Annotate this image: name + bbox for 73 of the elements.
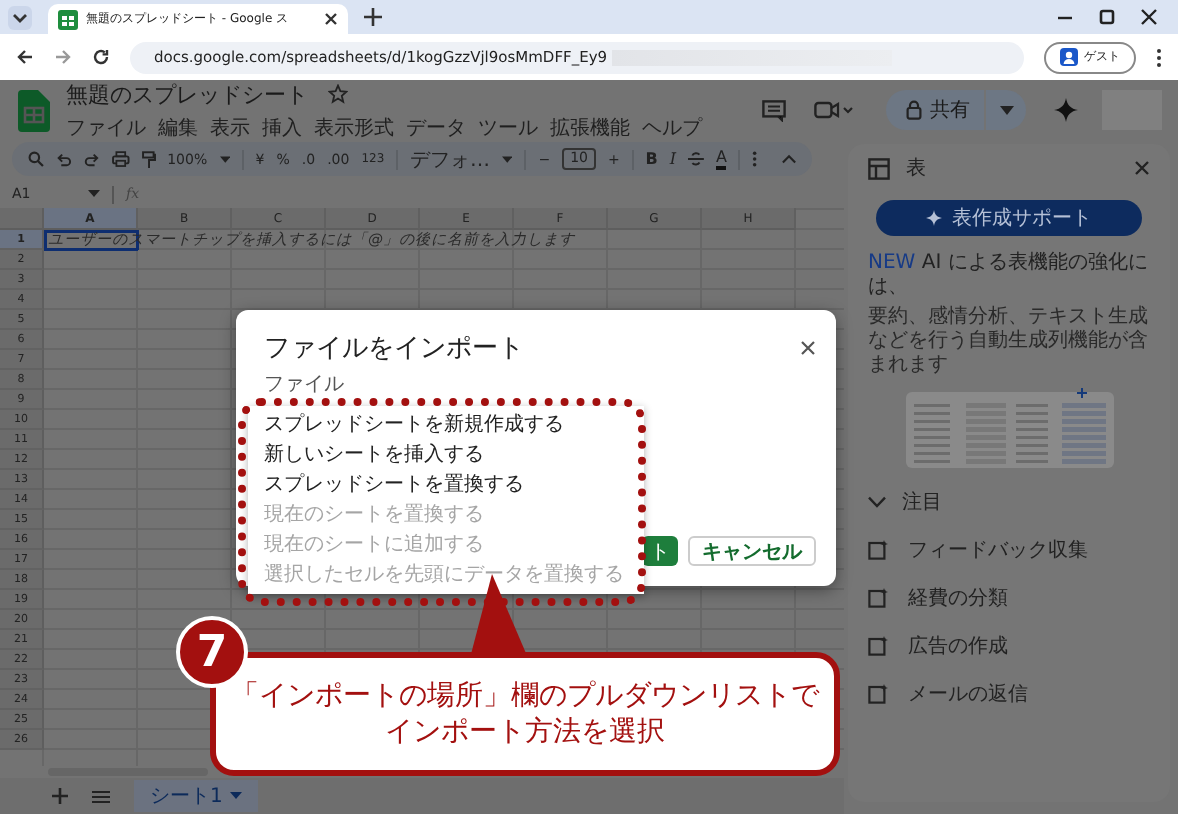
sheets-logo-icon[interactable] [18, 89, 50, 131]
more-icon[interactable] [1156, 47, 1162, 67]
print-icon[interactable] [111, 150, 130, 168]
dialog-title: ファイルをインポート [264, 332, 524, 366]
new-tab-icon[interactable] [364, 8, 382, 26]
text-color-button[interactable]: A [715, 149, 727, 169]
star-icon[interactable] [328, 84, 348, 104]
sparkle-icon[interactable] [926, 210, 942, 226]
back-icon[interactable] [16, 48, 34, 66]
menu-item[interactable]: 表示 [210, 113, 250, 141]
share-button[interactable]: 共有 [886, 90, 1026, 130]
template-icon [868, 540, 888, 560]
panel-title: 表 [906, 155, 926, 182]
menu-item[interactable]: 拡張機能 [550, 113, 630, 141]
italic-button[interactable]: I [669, 150, 677, 168]
strikethrough-icon[interactable] [688, 150, 704, 168]
menu-option[interactable]: 新しいシートを挿入する [248, 440, 644, 470]
person-icon[interactable] [1060, 48, 1078, 66]
reload-icon[interactable] [92, 48, 110, 66]
menu-option: 現在のシートに追加する [248, 530, 644, 560]
sheet-tab[interactable]: シート1 [134, 780, 259, 812]
maximize-icon[interactable] [1098, 8, 1116, 26]
collapse-icon[interactable] [781, 154, 796, 164]
table-icon [868, 157, 890, 179]
suggestion-item[interactable]: メールの返信 [908, 680, 1028, 708]
bold-button[interactable]: B [645, 150, 658, 168]
suggestion-item[interactable]: フィードバック収集 [908, 536, 1088, 564]
dropdown-caret-icon[interactable] [1000, 105, 1014, 115]
promo-title: NEW AI による表機能の強化には、 [868, 252, 1150, 300]
all-sheets-icon[interactable] [92, 789, 110, 803]
dropdown-caret-icon[interactable] [88, 190, 100, 198]
menu-item[interactable]: ファイル [66, 113, 146, 141]
section-header[interactable]: 注目 [868, 488, 1150, 516]
close-icon[interactable] [324, 12, 338, 26]
field-label: ファイル [264, 374, 344, 396]
font-dropdown[interactable]: デフォ… [410, 145, 491, 173]
dropdown-caret-icon[interactable] [502, 155, 513, 163]
menu-option: 現在のシートを置換する [248, 500, 644, 530]
sheets-logo-icon [58, 9, 78, 29]
document-title[interactable]: 無題のスプレッドシート [66, 79, 308, 109]
template-icon [868, 636, 888, 656]
promo-description: 要約、感情分析、テキスト生成などを行う自動生成列機能が含まれます [868, 306, 1150, 378]
paint-format-icon[interactable] [141, 149, 156, 169]
suggestion-item[interactable]: 経費の分類 [908, 584, 1008, 612]
cancel-button[interactable]: キャンセル [688, 536, 816, 566]
close-icon[interactable] [800, 340, 816, 356]
menu-item[interactable]: 挿入 [262, 113, 302, 141]
menu-item[interactable]: データ [406, 113, 466, 141]
menu-option[interactable]: スプレッドシートを新規作成する [248, 410, 644, 440]
dropdown-caret-icon[interactable] [230, 792, 243, 800]
sparkle-icon[interactable] [1054, 98, 1078, 122]
add-sheet-icon[interactable] [52, 788, 68, 804]
menu-item[interactable]: ツール [478, 113, 538, 141]
comment-icon[interactable] [762, 99, 786, 121]
dropdown-caret-icon[interactable] [219, 155, 230, 163]
menu-option: 選択したセルを先頭にデータを置換する [248, 560, 644, 590]
lock-icon[interactable] [906, 100, 922, 120]
undo-icon[interactable] [55, 150, 72, 168]
video-call-icon[interactable] [814, 100, 854, 120]
menu-item[interactable]: 表示形式 [314, 113, 394, 141]
menu-item[interactable]: ヘルプ [642, 113, 702, 141]
template-icon [868, 684, 888, 704]
template-icon [868, 588, 888, 608]
menu-item[interactable]: 編集 [158, 113, 198, 141]
chevron-down-icon[interactable] [868, 496, 886, 508]
table-assist-button[interactable]: 表作成サポート [876, 200, 1142, 236]
search-icon[interactable] [28, 150, 44, 168]
forward-icon[interactable] [54, 48, 72, 66]
redo-icon[interactable] [83, 150, 100, 168]
suggestion-item[interactable]: 広告の作成 [908, 632, 1008, 660]
menu-option[interactable]: スプレッドシートを置換する [248, 470, 644, 500]
import-button[interactable]: ト [642, 536, 678, 566]
close-icon[interactable] [1140, 8, 1158, 26]
